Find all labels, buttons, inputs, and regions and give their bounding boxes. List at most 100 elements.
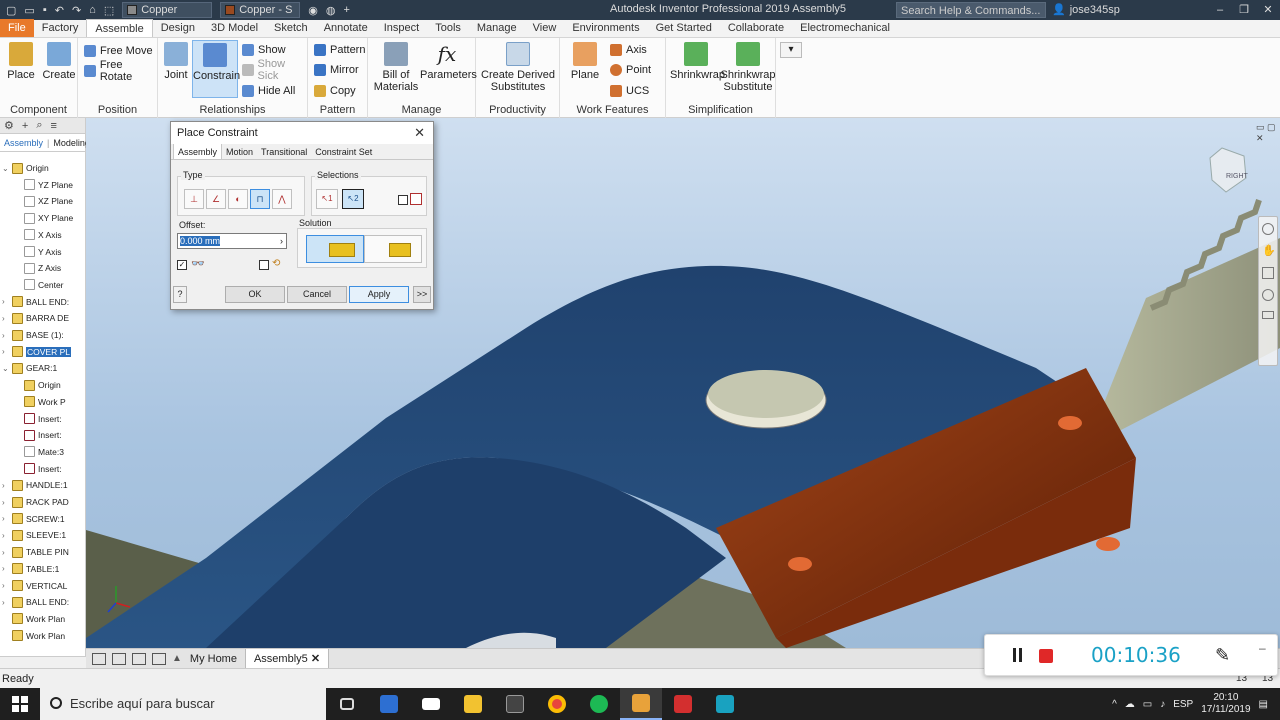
spotify-app[interactable] <box>578 688 620 720</box>
expand-toggle-icon[interactable]: › <box>2 548 12 557</box>
tree-node[interactable]: › BALL END: <box>2 594 69 610</box>
start-button[interactable] <box>0 688 40 720</box>
cascade-view-icon[interactable] <box>112 652 126 665</box>
steering-wheel-icon[interactable] <box>1262 223 1274 235</box>
new-file-icon[interactable]: ▢ <box>6 4 16 17</box>
parameters-button[interactable]: fx Parameters <box>420 42 477 81</box>
pan-icon[interactable]: ✋ <box>1262 245 1276 257</box>
panel-pattern-label[interactable]: Pattern <box>308 104 367 116</box>
horizontal-view-icon[interactable] <box>132 652 146 665</box>
close-tab-icon[interactable]: ✕ <box>311 653 320 665</box>
tree-node[interactable]: Mate:3 <box>14 444 64 460</box>
store-app[interactable] <box>368 688 410 720</box>
expand-toggle-icon[interactable]: › <box>2 514 12 523</box>
tree-node[interactable]: › BASE (1): <box>2 327 64 343</box>
pattern-button[interactable]: Pattern <box>314 41 365 59</box>
user-menu[interactable]: 👤 jose345sp <box>1052 3 1120 17</box>
navigation-bar[interactable]: ✋ <box>1258 216 1278 366</box>
apply-button[interactable]: Apply <box>349 286 409 303</box>
tree-node[interactable]: › TABLE PIN <box>2 544 69 560</box>
plane-button[interactable]: Plane <box>568 42 602 81</box>
appearance-dropdown[interactable]: Copper - S <box>220 2 301 18</box>
mail-app[interactable] <box>410 688 452 720</box>
copy-button[interactable]: Copy <box>314 82 356 100</box>
joint-button[interactable]: Joint <box>162 42 190 81</box>
tree-node[interactable]: › HANDLE:1 <box>2 477 68 493</box>
expand-toggle-icon[interactable]: › <box>2 297 12 306</box>
mirror-button[interactable]: Mirror <box>314 61 359 79</box>
expand-toggle-icon[interactable]: › <box>2 498 12 507</box>
open-file-icon[interactable]: ▭ <box>24 4 34 17</box>
notifications-icon[interactable]: ▤ <box>1259 699 1268 710</box>
tab-my-home[interactable]: My Home <box>182 649 245 669</box>
insert-type-button[interactable]: ⊓ <box>250 189 270 209</box>
tab-assembly5[interactable]: Assembly5 ✕ <box>244 648 330 669</box>
show-button[interactable]: Show <box>242 41 286 59</box>
pick-part-first-checkbox[interactable] <box>398 195 408 205</box>
tree-node[interactable]: XY Plane <box>14 210 73 226</box>
browser-tab-assembly[interactable]: Assembly <box>4 138 43 148</box>
tab-design[interactable]: Design <box>153 19 203 37</box>
minimize-button[interactable]: – <box>1208 0 1232 20</box>
viewcube[interactable] <box>1209 147 1247 193</box>
place-button[interactable]: Place <box>6 42 36 81</box>
panel-relationships-label[interactable]: Relationships <box>158 104 307 116</box>
expand-toggle-icon[interactable]: › <box>2 581 12 590</box>
inventor-app[interactable] <box>620 688 662 720</box>
ok-button[interactable]: OK <box>225 286 285 303</box>
add-icon[interactable]: + <box>343 4 349 16</box>
show-sick-button[interactable]: Show Sick <box>242 58 307 82</box>
tree-node[interactable]: Insert: <box>14 411 62 427</box>
tree-node[interactable]: › BALL END: <box>2 294 69 310</box>
vertical-view-icon[interactable] <box>152 652 166 665</box>
tree-node[interactable]: Y Axis <box>14 244 61 260</box>
network-icon[interactable]: ▭ <box>1143 699 1152 710</box>
panel-simplification-label[interactable]: Simplification <box>666 104 775 116</box>
chrome-app[interactable] <box>536 688 578 720</box>
expand-toggle-icon[interactable]: › <box>2 481 12 490</box>
constrain-button[interactable]: Constrain <box>192 40 240 98</box>
tab-view[interactable]: View <box>525 19 565 37</box>
tray-overflow-icon[interactable]: ^ <box>1112 699 1117 710</box>
cancel-button[interactable]: Cancel <box>287 286 347 303</box>
pause-icon[interactable] <box>1011 648 1023 664</box>
orbit-icon[interactable] <box>1262 289 1274 301</box>
tab-electromechanical[interactable]: Electromechanical <box>792 19 898 37</box>
tree-node[interactable]: › SLEEVE:1 <box>2 527 66 543</box>
tab-list-icon[interactable]: ▲ <box>172 653 182 664</box>
dialog-tab-constraint-set[interactable]: Constraint Set <box>311 145 376 159</box>
mate-type-button[interactable]: ⊥ <box>184 189 204 209</box>
offset-arrow-icon[interactable]: › <box>280 234 283 248</box>
tree-node[interactable]: XZ Plane <box>14 193 73 209</box>
tab-get-started[interactable]: Get Started <box>648 19 720 37</box>
acrobat-app[interactable] <box>662 688 704 720</box>
close-window-button[interactable]: ✕ <box>1256 0 1280 20</box>
point-button[interactable]: Point <box>610 61 651 79</box>
stop-icon[interactable] <box>1039 649 1053 663</box>
restore-button[interactable]: ❐ <box>1232 0 1256 20</box>
look-at-icon[interactable] <box>1262 311 1274 319</box>
tile-view-icon[interactable] <box>92 652 106 665</box>
shrinkwrap-substitute-button[interactable]: Shrinkwrap Substitute <box>720 42 776 93</box>
viewport-window-controls[interactable]: ▭ ▢ ✕ <box>1256 122 1280 144</box>
expand-toggle-icon[interactable]: › <box>2 347 12 356</box>
offset-input[interactable]: 0.000 mm › <box>177 233 287 249</box>
zoom-icon[interactable] <box>1262 267 1274 279</box>
tree-node[interactable]: Work P <box>14 394 66 410</box>
material-dropdown[interactable]: Copper <box>122 2 213 18</box>
tree-node[interactable]: › COVER PL <box>2 344 71 360</box>
panel-position-label[interactable]: Position <box>78 104 157 116</box>
language-indicator[interactable]: ESP <box>1173 699 1193 710</box>
adjust-icon[interactable]: ◍ <box>326 4 336 17</box>
more-button[interactable]: >> <box>413 286 431 303</box>
dialog-tab-motion[interactable]: Motion <box>222 145 257 159</box>
tab-3d-model[interactable]: 3D Model <box>203 19 266 37</box>
tree-node[interactable]: › BARRA DE <box>2 310 69 326</box>
cloud-icon[interactable]: ☁ <box>1125 699 1135 710</box>
tree-node[interactable]: Work Plan <box>2 628 65 644</box>
browser-search-icon[interactable]: ⌕ <box>36 119 42 132</box>
tree-node[interactable]: Insert: <box>14 461 62 477</box>
create-derived-button[interactable]: Create Derived Substitutes <box>480 42 556 93</box>
tree-node[interactable]: Z Axis <box>14 260 61 276</box>
tree-node[interactable]: ⌄ GEAR:1 <box>2 360 57 376</box>
